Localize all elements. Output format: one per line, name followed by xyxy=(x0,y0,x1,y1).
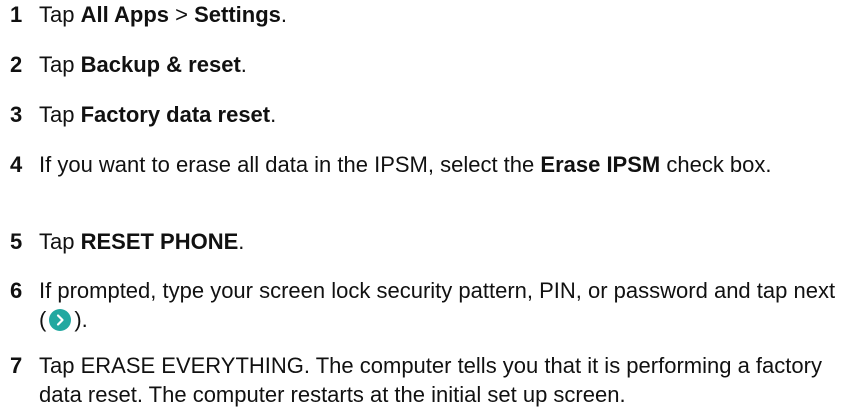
step-text-part: Tap xyxy=(39,2,81,27)
step-text: Tap RESET PHONE. xyxy=(39,227,840,256)
step-4: 4 If you want to erase all data in the I… xyxy=(10,150,840,179)
step-bold-term: Settings xyxy=(194,2,281,27)
next-arrow-icon xyxy=(49,309,72,331)
step-5: 5 Tap RESET PHONE. xyxy=(10,227,840,256)
step-number: 2 xyxy=(10,52,23,77)
step-text-part: If prompted, type your screen lock secur… xyxy=(39,278,836,332)
step-text-part: . xyxy=(238,229,245,254)
step-text: Tap Backup & reset. xyxy=(39,50,840,79)
step-text-part: Tap xyxy=(39,52,81,77)
step-number: 5 xyxy=(10,229,23,254)
step-text: If prompted, type your screen lock secur… xyxy=(39,276,840,334)
step-number: 4 xyxy=(10,152,23,177)
step-bold-term: RESET PHONE xyxy=(80,229,239,254)
step-text-part: . xyxy=(240,52,247,77)
step-text-part: Tap xyxy=(39,102,81,127)
step-text-part: ). xyxy=(74,307,88,332)
step-text: Tap Factory data reset. xyxy=(39,100,840,129)
step-text-part: Tap xyxy=(39,229,81,254)
step-text-part: If you want to erase all data in the IPS… xyxy=(39,152,541,177)
step-6: 6 If prompted, type your screen lock sec… xyxy=(10,276,840,334)
step-text-part: check box. xyxy=(660,152,772,177)
step-bold-term: All Apps xyxy=(80,2,170,27)
step-text: Tap ERASE EVERYTHING. The computer tells… xyxy=(39,353,822,407)
step-7: 7 Tap ERASE EVERYTHING. The computer tel… xyxy=(10,351,840,409)
step-3: 3 Tap Factory data reset. xyxy=(10,100,840,129)
step-number: 6 xyxy=(10,278,23,303)
step-number: 3 xyxy=(10,102,23,127)
step-2: 2 Tap Backup & reset. xyxy=(10,50,840,79)
step-text-part: . xyxy=(280,2,288,27)
step-text: If you want to erase all data in the IPS… xyxy=(39,150,840,179)
step-text-part: . xyxy=(270,102,277,127)
step-1: 1 Tap All Apps > Settings. xyxy=(10,0,840,29)
step-number: 7 xyxy=(10,353,23,378)
step-text: Tap All Apps > Settings. xyxy=(39,0,840,29)
step-text-part: > xyxy=(169,2,195,27)
step-bold-term: Factory data reset xyxy=(80,102,271,127)
step-bold-term: Erase IPSM xyxy=(540,152,661,177)
instruction-steps: 1 Tap All Apps > Settings. 2 Tap Backup … xyxy=(0,0,854,415)
step-number: 1 xyxy=(10,2,23,27)
step-bold-term: Backup & reset xyxy=(80,52,241,77)
